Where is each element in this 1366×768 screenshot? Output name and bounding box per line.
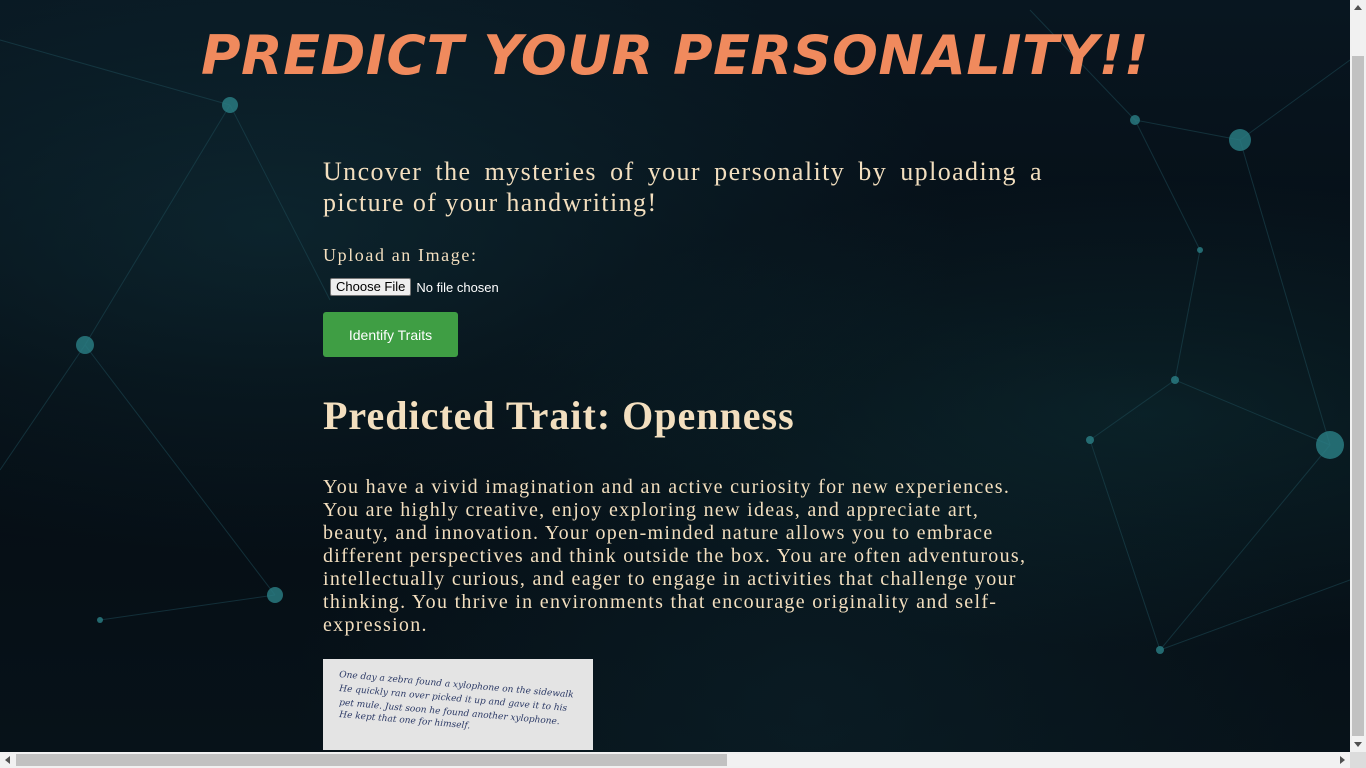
trait-description: You have a vivid imagination and an acti…	[323, 476, 1027, 636]
scrollbar-corner	[1350, 752, 1366, 768]
scroll-left-icon[interactable]	[5, 756, 10, 764]
choose-file-button[interactable]: Choose File	[330, 278, 412, 296]
intro-text: Uncover the mysteries of your personalit…	[323, 157, 1043, 217]
horizontal-scrollbar[interactable]	[0, 752, 1350, 768]
handwriting-sample-image: One day a zebra found a xylophone on the…	[323, 659, 593, 750]
scroll-right-icon[interactable]	[1340, 756, 1345, 764]
file-input[interactable]: Choose File No file chosen	[330, 278, 1043, 296]
predicted-trait-heading: Predicted Trait: Openness	[323, 393, 795, 438]
vertical-scroll-thumb[interactable]	[1352, 56, 1364, 736]
main-content: Uncover the mysteries of your personalit…	[323, 156, 1043, 750]
scroll-up-icon[interactable]	[1354, 5, 1362, 10]
scroll-down-icon[interactable]	[1354, 742, 1362, 747]
vertical-scrollbar[interactable]	[1350, 0, 1366, 752]
identify-traits-button[interactable]: Identify Traits	[323, 312, 458, 357]
page-title: PREDICT YOUR PERSONALITY!!	[200, 24, 1150, 87]
upload-label: Upload an Image:	[323, 245, 478, 265]
file-status-text: No file chosen	[416, 279, 499, 295]
horizontal-scroll-thumb[interactable]	[16, 754, 727, 766]
